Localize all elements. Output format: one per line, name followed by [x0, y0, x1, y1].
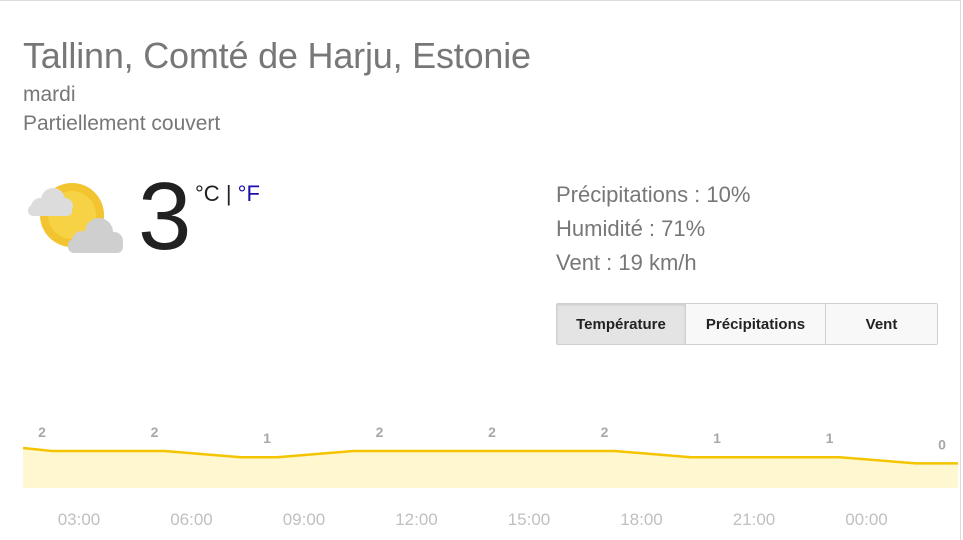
chart-tabs: Température Précipitations Vent [556, 303, 938, 345]
data-label: 1 [826, 430, 834, 446]
data-label: 2 [488, 424, 496, 440]
location-title: Tallinn, Comté de Harju, Estonie [23, 35, 531, 76]
tab-precipitation[interactable]: Précipitations [686, 304, 826, 344]
unit-fahrenheit-link[interactable]: °F [238, 181, 260, 206]
unit-separator: | [225, 181, 232, 206]
data-label: 2 [38, 424, 46, 440]
x-tick-label: 21:00 [733, 510, 776, 529]
x-tick-label: 00:00 [845, 510, 888, 529]
data-label: 2 [376, 424, 384, 440]
x-tick-label: 09:00 [283, 510, 326, 529]
weather-card: Tallinn, Comté de Harju, Estonie mardi P… [0, 0, 961, 540]
x-tick-label: 03:00 [58, 510, 101, 529]
data-label: 2 [151, 424, 159, 440]
partly-cloudy-sun-icon [22, 183, 124, 257]
temperature-chart: 2 2 1 2 2 2 1 1 0 03:00 06:00 09:00 12:00 15:00 18:00 2… [22, 424, 958, 529]
data-label: 0 [938, 436, 946, 452]
x-tick-label: 15:00 [508, 510, 551, 529]
unit-toggle: °C | °F [195, 181, 260, 207]
data-label: 2 [601, 424, 609, 440]
temperature-area [23, 448, 958, 488]
tab-wind[interactable]: Vent [826, 304, 937, 344]
unit-celsius: °C [195, 181, 220, 206]
x-tick-label: 06:00 [170, 510, 213, 529]
data-label: 1 [713, 430, 721, 446]
humidity-detail: Humidité : 71% [556, 216, 706, 241]
wind-detail: Vent : 19 km/h [556, 250, 697, 275]
weather-details: Précipitations : 10% Humidité : 71% Vent… [556, 178, 750, 280]
condition-label: Partiellement couvert [23, 112, 221, 135]
data-label: 1 [263, 430, 271, 446]
x-tick-label: 18:00 [620, 510, 663, 529]
tab-temperature[interactable]: Température [557, 304, 686, 344]
x-tick-label: 12:00 [395, 510, 438, 529]
day-label: mardi [23, 83, 76, 106]
precipitation-detail: Précipitations : 10% [556, 182, 751, 207]
current-temperature: 3 [138, 163, 192, 270]
